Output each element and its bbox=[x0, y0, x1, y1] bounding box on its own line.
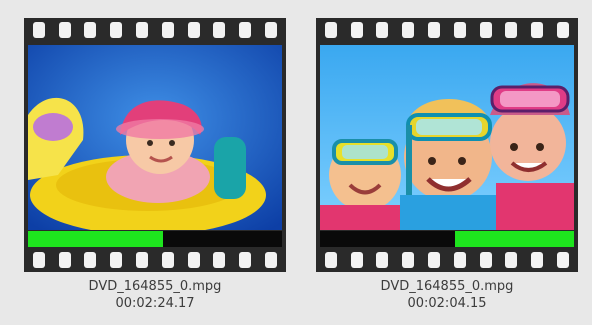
sprocket-row-top bbox=[316, 18, 578, 42]
kids-with-snorkel-masks-thumbnail bbox=[320, 45, 574, 230]
sprocket-row-top bbox=[24, 18, 286, 42]
clip-duration: 00:02:04.15 bbox=[407, 296, 487, 311]
clip-filename: DVD_164855_0.mpg bbox=[380, 279, 514, 294]
progress-fill bbox=[28, 231, 163, 247]
clip-caption: DVD_164855_0.mpg 00:02:24.17 bbox=[24, 278, 286, 312]
sprocket-row-bottom bbox=[316, 248, 578, 272]
film-strip-frame bbox=[316, 18, 578, 272]
progress-fill bbox=[454, 231, 574, 247]
thumbnail-image bbox=[28, 45, 282, 230]
thumbnail-image bbox=[320, 45, 574, 230]
sprocket-row-bottom bbox=[24, 248, 286, 272]
video-clip-thumbnail-2[interactable]: DVD_164855_0.mpg 00:02:04.15 bbox=[316, 18, 578, 312]
clip-duration: 00:02:24.17 bbox=[115, 296, 195, 311]
clip-caption: DVD_164855_0.mpg 00:02:04.15 bbox=[316, 278, 578, 312]
playback-progress-bar bbox=[320, 231, 574, 247]
baby-in-pool-float-thumbnail bbox=[28, 45, 282, 230]
clip-filename: DVD_164855_0.mpg bbox=[88, 279, 222, 294]
film-strip-frame bbox=[24, 18, 286, 272]
video-clip-thumbnail-1[interactable]: DVD_164855_0.mpg 00:02:24.17 bbox=[24, 18, 286, 312]
playback-progress-bar bbox=[28, 231, 282, 247]
